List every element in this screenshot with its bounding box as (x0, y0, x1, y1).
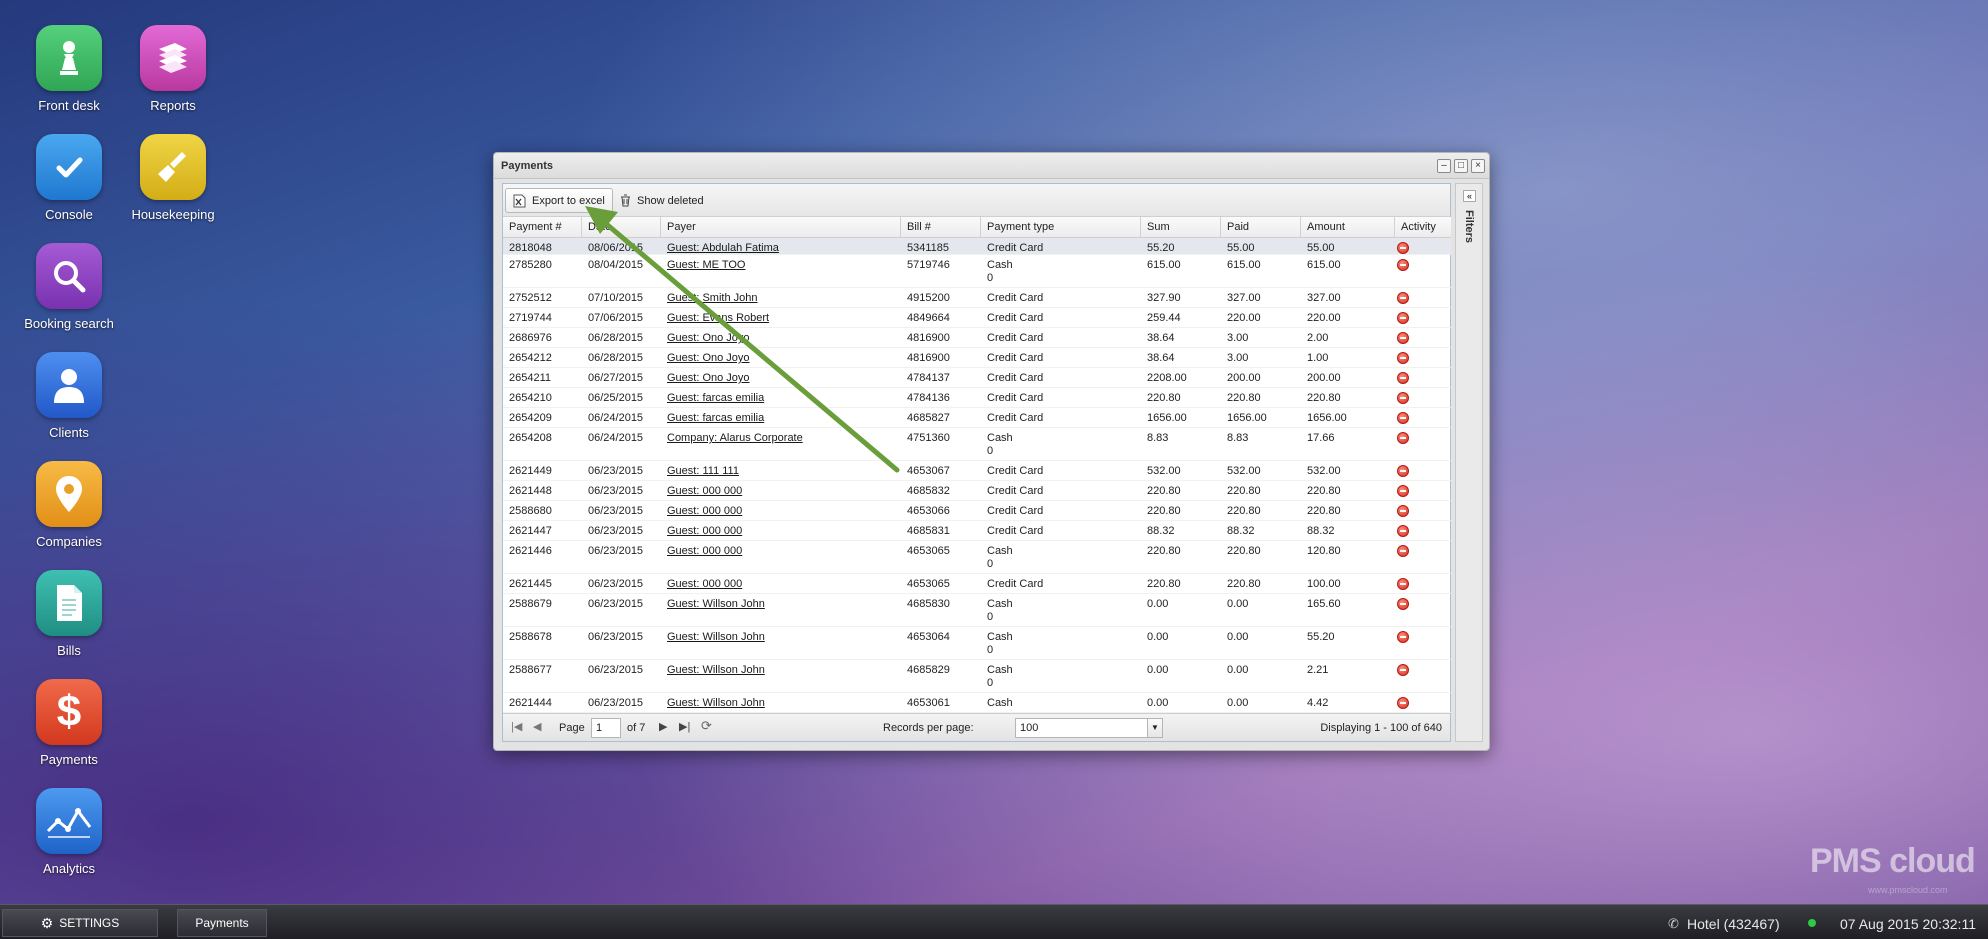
taskbar: ⚙ SETTINGS Payments ✆ Hotel (432467) 07 … (0, 904, 1988, 939)
datetime-label: 07 Aug 2015 20:32:11 (1840, 916, 1976, 932)
taskbar-payments-label: Payments (195, 916, 249, 930)
brand-watermark: PMS cloud (1810, 842, 1976, 880)
connection-status-icon (1808, 919, 1816, 927)
phone-icon: ✆ (1668, 916, 1679, 931)
gear-icon: ⚙ (40, 914, 54, 931)
settings-button[interactable]: ⚙ SETTINGS (2, 909, 158, 937)
annotation-arrow (585, 206, 900, 473)
settings-label: SETTINGS (59, 916, 120, 930)
taskbar-payments-button[interactable]: Payments (177, 909, 267, 937)
hotel-label[interactable]: Hotel (432467) (1687, 916, 1780, 932)
brand-watermark-url: www.pmscloud.com (1868, 885, 1948, 895)
